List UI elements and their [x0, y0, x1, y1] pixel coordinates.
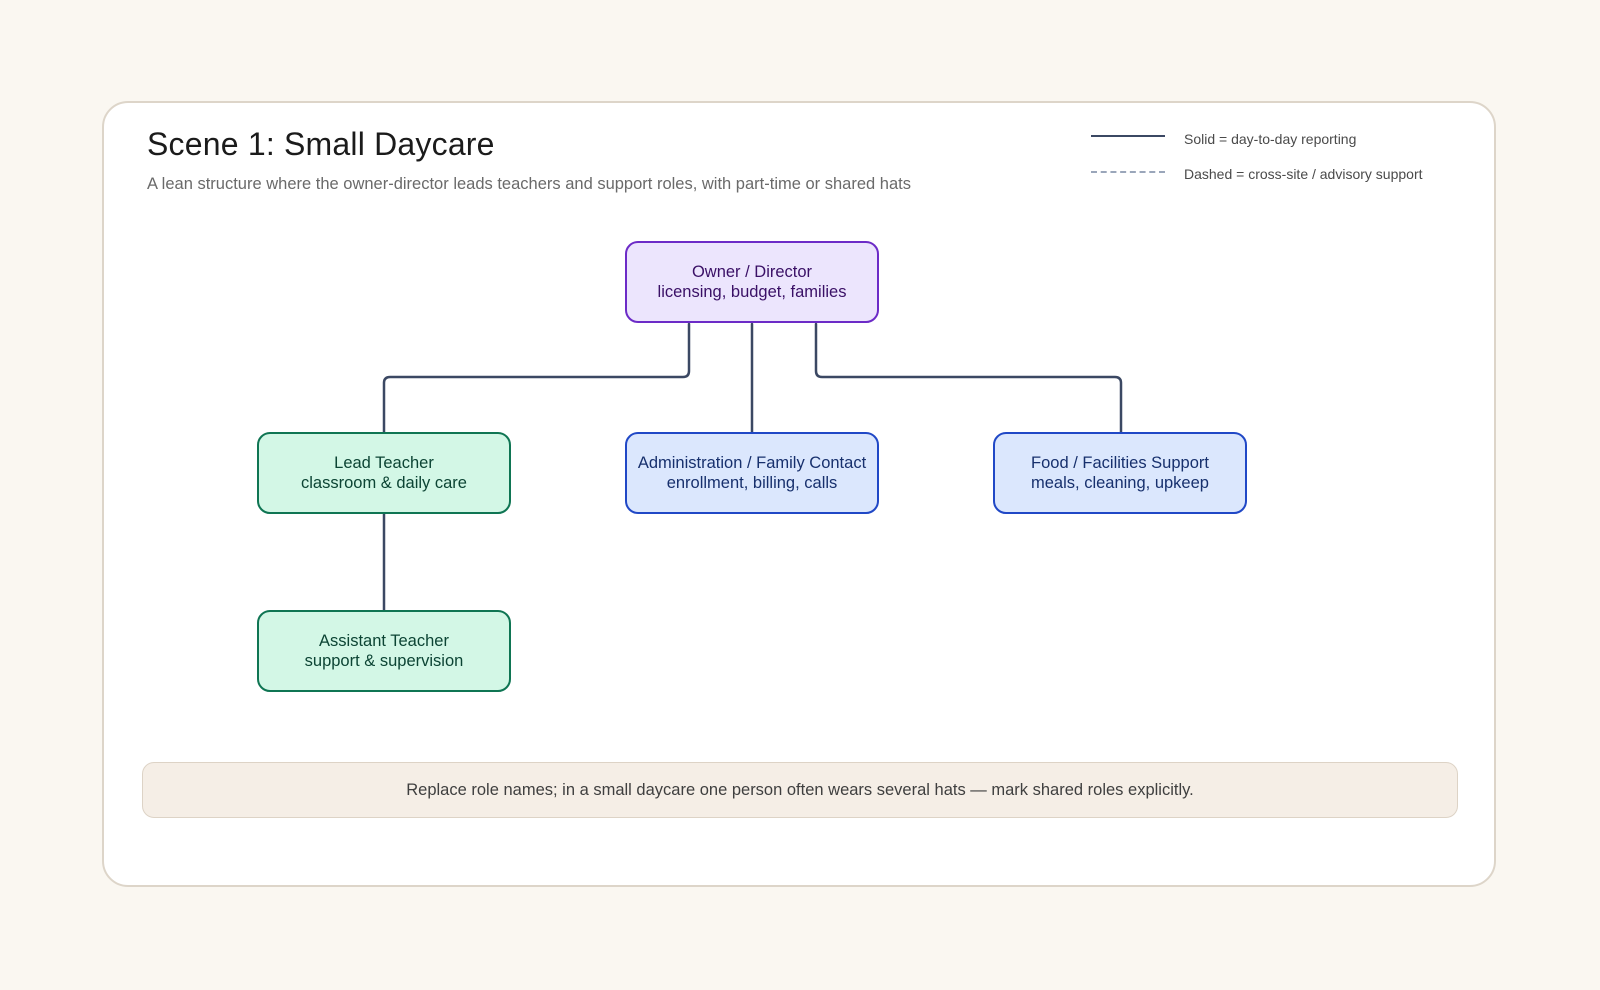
node-administration-title: Administration / Family Contact — [637, 454, 867, 472]
node-food-facilities: Food / Facilities Support meals, cleanin… — [993, 432, 1247, 514]
node-assistant-teacher: Assistant Teacher support & supervision — [257, 610, 511, 692]
node-owner-title: Owner / Director — [691, 263, 813, 281]
node-owner-director: Owner / Director licensing, budget, fami… — [625, 241, 879, 323]
node-food-title: Food / Facilities Support — [1031, 454, 1209, 472]
edge-owner-to-food-facilities — [814, 322, 1123, 434]
footer-note: Replace role names; in a small daycare o… — [142, 762, 1458, 818]
edge-owner-to-lead-teacher — [382, 322, 691, 434]
node-lead-teacher-title: Lead Teacher — [334, 454, 434, 472]
node-lead-teacher: Lead Teacher classroom & daily care — [257, 432, 511, 514]
node-lead-teacher-desc: classroom & daily care — [301, 474, 467, 492]
node-assistant-desc: support & supervision — [304, 652, 464, 670]
node-administration: Administration / Family Contact enrollme… — [625, 432, 879, 514]
node-food-desc: meals, cleaning, upkeep — [1031, 474, 1209, 492]
node-owner-desc: licensing, budget, families — [657, 283, 847, 301]
node-assistant-title: Assistant Teacher — [319, 632, 449, 650]
node-administration-desc: enrollment, billing, calls — [666, 474, 838, 492]
